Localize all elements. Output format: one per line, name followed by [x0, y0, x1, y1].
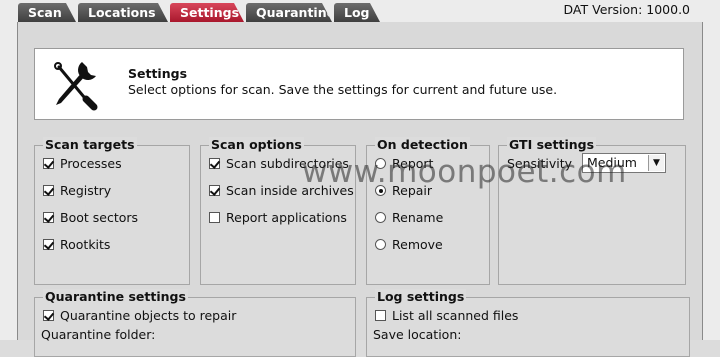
- settings-header: Settings Select options for scan. Save t…: [34, 48, 684, 120]
- tab-locations[interactable]: Locations: [78, 3, 168, 22]
- checkbox-rootkits[interactable]: Rootkits: [43, 237, 110, 253]
- checkbox-box[interactable]: [209, 158, 220, 169]
- chevron-down-icon[interactable]: ▼: [648, 155, 664, 171]
- tab-scan[interactable]: Scan: [18, 3, 76, 22]
- sensitivity-select[interactable]: Medium ▼: [582, 153, 666, 173]
- window-frame-right: [702, 22, 720, 340]
- sensitivity-value: Medium: [587, 155, 637, 170]
- checkbox-list-scanned-files[interactable]: List all scanned files: [375, 308, 518, 324]
- checkbox-box[interactable]: [43, 310, 54, 321]
- scan-options-group: Scan options Scan subdirectories Scan in…: [200, 137, 356, 285]
- radio-report[interactable]: Report: [375, 156, 433, 172]
- tools-icon: [54, 62, 98, 111]
- dat-version: DAT Version: 1000.0: [563, 2, 690, 17]
- gti-settings-title: GTI settings: [507, 137, 597, 153]
- tab-bar: Scan Locations Settings Quarantine Log D…: [0, 0, 720, 22]
- radio-circle[interactable]: [375, 158, 386, 169]
- quarantine-settings-title: Quarantine settings: [43, 289, 188, 305]
- checkbox-box[interactable]: [43, 185, 54, 196]
- radio-label: Repair: [392, 183, 433, 198]
- checkbox-box[interactable]: [209, 212, 220, 223]
- checkbox-box[interactable]: [375, 310, 386, 321]
- header-description: Select options for scan. Save the settin…: [128, 82, 558, 97]
- header-title: Settings: [128, 66, 188, 81]
- scan-targets-group: Scan targets Processes Registry Boot sec…: [34, 137, 190, 285]
- quarantine-settings-group: Quarantine settings Quarantine objects t…: [34, 289, 356, 357]
- radio-circle[interactable]: [375, 185, 386, 196]
- checkbox-label: Report applications: [226, 210, 347, 225]
- window-frame-left: [0, 22, 18, 340]
- log-settings-title: Log settings: [375, 289, 467, 305]
- checkbox-label: Quarantine objects to repair: [60, 308, 237, 323]
- checkbox-label: Processes: [60, 156, 122, 171]
- checkbox-label: Boot sectors: [60, 210, 139, 225]
- checkbox-label: Rootkits: [60, 237, 111, 252]
- radio-label: Rename: [392, 210, 444, 225]
- tab-log[interactable]: Log: [334, 3, 380, 22]
- checkbox-boot-sectors[interactable]: Boot sectors: [43, 210, 138, 226]
- tab-quarantine[interactable]: Quarantine: [246, 3, 332, 22]
- scan-targets-title: Scan targets: [43, 137, 137, 153]
- radio-label: Remove: [392, 237, 443, 252]
- checkbox-label: List all scanned files: [392, 308, 519, 323]
- tab-settings[interactable]: Settings: [170, 3, 244, 22]
- checkbox-box[interactable]: [43, 158, 54, 169]
- checkbox-scan-subdirectories[interactable]: Scan subdirectories: [209, 156, 349, 172]
- radio-label: Report: [392, 156, 434, 171]
- on-detection-group: On detection Report Repair Rename Remove: [366, 137, 490, 285]
- radio-rename[interactable]: Rename: [375, 210, 443, 226]
- radio-circle[interactable]: [375, 239, 386, 250]
- on-detection-title: On detection: [375, 137, 470, 153]
- checkbox-quarantine-objects[interactable]: Quarantine objects to repair: [43, 308, 236, 324]
- checkbox-label: Scan subdirectories: [226, 156, 349, 171]
- checkbox-registry[interactable]: Registry: [43, 183, 111, 199]
- checkbox-processes[interactable]: Processes: [43, 156, 122, 172]
- checkbox-scan-inside-archives[interactable]: Scan inside archives: [209, 183, 354, 199]
- radio-repair[interactable]: Repair: [375, 183, 432, 199]
- radio-remove[interactable]: Remove: [375, 237, 443, 253]
- checkbox-report-applications[interactable]: Report applications: [209, 210, 347, 226]
- checkbox-label: Scan inside archives: [226, 183, 354, 198]
- radio-circle[interactable]: [375, 212, 386, 223]
- checkbox-box[interactable]: [43, 239, 54, 250]
- sensitivity-label: Sensitivity: [507, 156, 573, 171]
- checkbox-box[interactable]: [43, 212, 54, 223]
- checkbox-box[interactable]: [209, 185, 220, 196]
- scan-options-title: Scan options: [209, 137, 304, 153]
- log-settings-group: Log settings List all scanned files Save…: [366, 289, 690, 357]
- checkbox-label: Registry: [60, 183, 112, 198]
